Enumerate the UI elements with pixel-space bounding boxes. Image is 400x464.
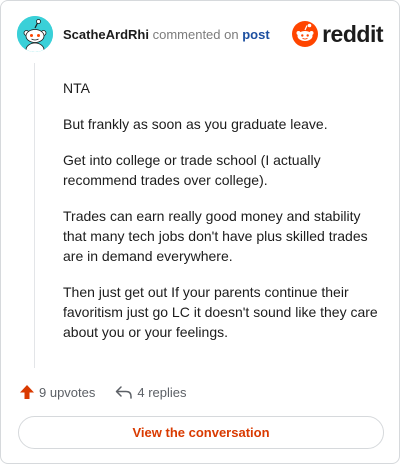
reddit-logo-icon: [292, 21, 319, 47]
post-link[interactable]: post: [242, 27, 269, 42]
comment-paragraph: NTA: [63, 80, 90, 96]
comment-body: NTA But frankly as soon as you graduate …: [63, 78, 383, 358]
action-text: commented on: [152, 27, 239, 42]
reply-count: 4 replies: [137, 384, 187, 400]
thread-line: [34, 63, 35, 368]
comment-meta: ScatheArdRhi commented on post: [63, 27, 270, 43]
comment-header: ScatheArdRhi commented on post reddit: [17, 16, 383, 52]
reply-arrow-icon: [115, 384, 133, 400]
comment-paragraph: Get into college or trade school (I actu…: [63, 152, 321, 188]
comment-paragraph: Trades can earn really good money and st…: [63, 208, 368, 264]
snoo-avatar-icon[interactable]: [17, 16, 53, 52]
username-link[interactable]: ScatheArdRhi: [63, 27, 149, 42]
comment-paragraph: Then just get out If your parents contin…: [63, 284, 378, 340]
upvote-arrow-icon: [19, 384, 35, 400]
reddit-wordmark: reddit: [322, 20, 383, 47]
embedded-comment-card: ScatheArdRhi commented on post reddit NT…: [0, 0, 400, 464]
view-conversation-button[interactable]: View the conversation: [18, 416, 384, 449]
upvote-button[interactable]: 9 upvotes: [19, 384, 95, 400]
comment-actions: 9 upvotes 4 replies: [19, 382, 187, 402]
comment-paragraph: But frankly as soon as you graduate leav…: [63, 116, 328, 132]
upvote-count: 9 upvotes: [39, 384, 96, 400]
reddit-logo[interactable]: reddit: [292, 20, 383, 48]
replies-button[interactable]: 4 replies: [115, 384, 187, 400]
